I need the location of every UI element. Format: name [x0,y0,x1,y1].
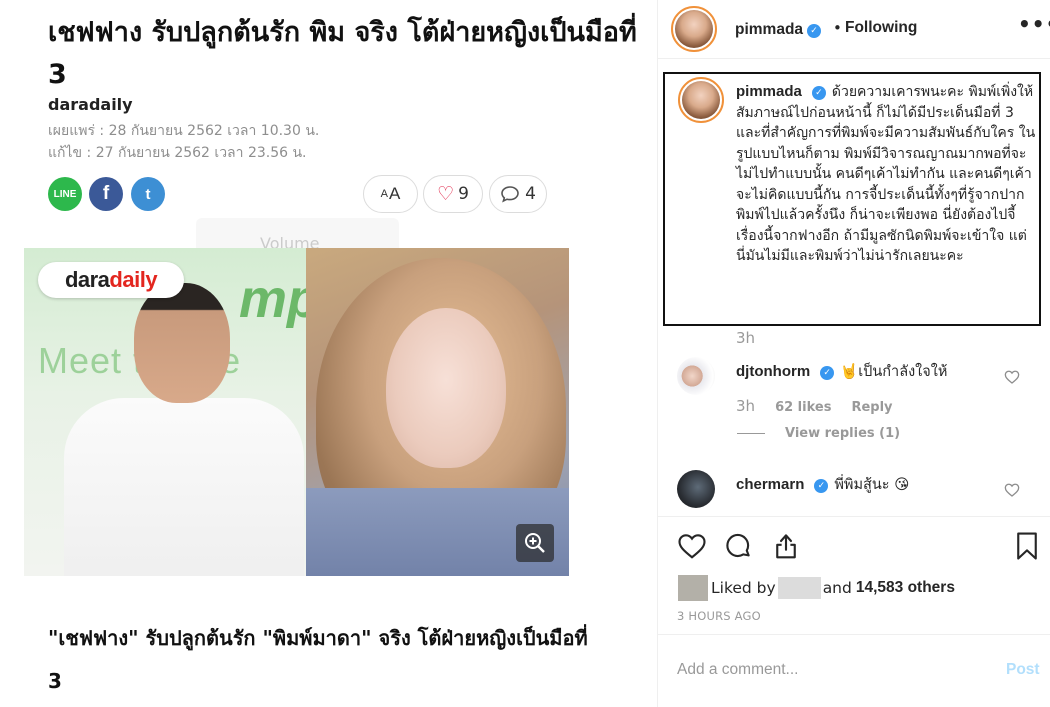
liker-name-redacted [777,577,821,599]
comment-icon[interactable] [723,531,753,561]
bookmark-icon[interactable] [1014,531,1040,561]
instagram-panel: pimmada✓ • Following ••• pimmada✓ด้วยควา… [657,0,1050,707]
post-caption: pimmada ✓ ด้วยความเคารพนะคะ พิมพ์เพิ่งให้ส… [736,82,1036,267]
verified-badge-icon: ✓ [814,479,829,493]
heart-icon[interactable] [677,531,707,561]
comment-time[interactable]: 3h [736,397,755,415]
line-share-button[interactable]: LINE [48,177,82,211]
heart-outline-icon: ♡ [437,183,455,205]
reply-button[interactable]: Reply [851,400,892,415]
article-panel: เชฟฟาง รับปลูกต้นรัก พิม จริง โต้ฝ่ายหญิ… [0,0,657,707]
article-comment-button[interactable]: 4 [489,175,547,213]
font-size-small-label: A [380,188,388,200]
zoom-in-icon [525,533,545,553]
chef-figure-head [134,283,230,403]
comment-bubble-icon [501,186,519,203]
edited-date: แก้ไข : 27 กันยายน 2562 เวลา 23.56 น. [48,145,307,161]
following-button[interactable]: Following [845,19,917,37]
header-divider [658,58,1050,59]
article-headline: เชฟฟาง รับปลูกต้นรัก พิม จริง โต้ฝ่ายหญิ… [48,17,637,90]
twitter-icon: t [145,185,151,203]
comment-like-heart-icon[interactable] [1004,482,1020,498]
article-source[interactable]: daradaily [48,95,133,114]
caption-time[interactable]: 3h [736,329,755,347]
facebook-icon: f [102,183,110,204]
facebook-share-button[interactable]: f [89,177,123,211]
comment-likes[interactable]: 62 likes [775,400,831,415]
comment-divider [658,634,1050,635]
liked-others-count[interactable]: 14,583 others [856,579,955,597]
liked-by-summary[interactable]: Liked by and 14,583 others [678,575,955,601]
caption-avatar[interactable] [678,77,724,123]
header-username: pimmada [735,21,804,38]
comment-meta: 3h 62 likes Reply [736,397,913,415]
article-like-button[interactable]: ♡ 9 [423,175,483,213]
zoom-in-button[interactable] [516,524,554,562]
liker-avatar-redacted [678,575,708,601]
comment-avatar-chermarn[interactable] [677,470,715,508]
verified-badge-icon: ✓ [807,24,822,38]
verified-badge-icon: ✓ [811,86,826,100]
post-time-ago[interactable]: 3 HOURS AGO [677,609,761,623]
add-comment-input[interactable]: Add a comment... [677,661,798,679]
comment-text: 🤘เป็นกำลังใจให้ [840,364,948,380]
caption-highlight-box: pimmada ✓ ด้วยความเคารพนะคะ พิมพ์เพิ่งให้ส… [663,72,1041,326]
twitter-share-button[interactable]: t [131,177,165,211]
view-replies-button[interactable]: View replies (1) [737,426,900,441]
profile-photo [675,10,713,48]
comment-djtonhorm: djtonhorm ✓ 🤘เป็นกำลังใจให้ [736,360,947,383]
share-icon[interactable] [771,531,801,561]
published-date: เผยแพร่ : 28 กันยายน 2562 เวลา 10.30 น. [48,123,320,139]
comment-username[interactable]: chermarn [736,476,804,493]
comment-username[interactable]: djtonhorm [736,363,810,380]
comment-like-heart-icon[interactable] [1004,369,1020,385]
profile-photo [682,81,720,119]
article-subheadline: "เชฟฟาง" รับปลูกต้นรัก "พิมพ์มาดา" จริง … [48,626,588,693]
chef-figure-body [64,398,304,576]
more-options-icon[interactable]: ••• [1018,12,1050,36]
comment-chermarn: chermarn ✓ พี่พิมสู้นะ 😘 [736,473,909,496]
comment-text: พี่พิมสู้นะ 😘 [834,477,910,493]
article-photo[interactable]: Meet t Expe mple daradaily [24,248,569,576]
header-avatar[interactable] [671,6,717,52]
font-size-large-label: A [389,184,401,203]
article-likes-count: 9 [458,184,469,204]
line-icon: LINE [53,188,77,200]
woman-figure-face [386,308,506,468]
caption-body: ด้วยความเคารพนะคะ พิมพ์เพิ่งให้สัมภาษณ์ไ… [736,84,1036,264]
comment-avatar-djtonhorm[interactable] [677,357,715,395]
liked-and-label: and [822,579,852,597]
replies-dash [737,433,765,434]
verified-badge-icon: ✓ [820,366,835,380]
view-replies-label: View replies (1) [785,426,901,441]
post-comment-button[interactable]: Post [1006,661,1040,679]
article-comments-count: 4 [525,184,536,204]
header-separator: • [833,19,842,37]
font-size-button[interactable]: A A [363,175,418,213]
actions-divider [658,516,1050,517]
header-username-link[interactable]: pimmada ✓ [735,19,822,39]
liked-by-label: Liked by [711,579,776,597]
daradaily-logo: dara daily [38,262,184,298]
caption-username[interactable]: pimmada [736,83,802,100]
